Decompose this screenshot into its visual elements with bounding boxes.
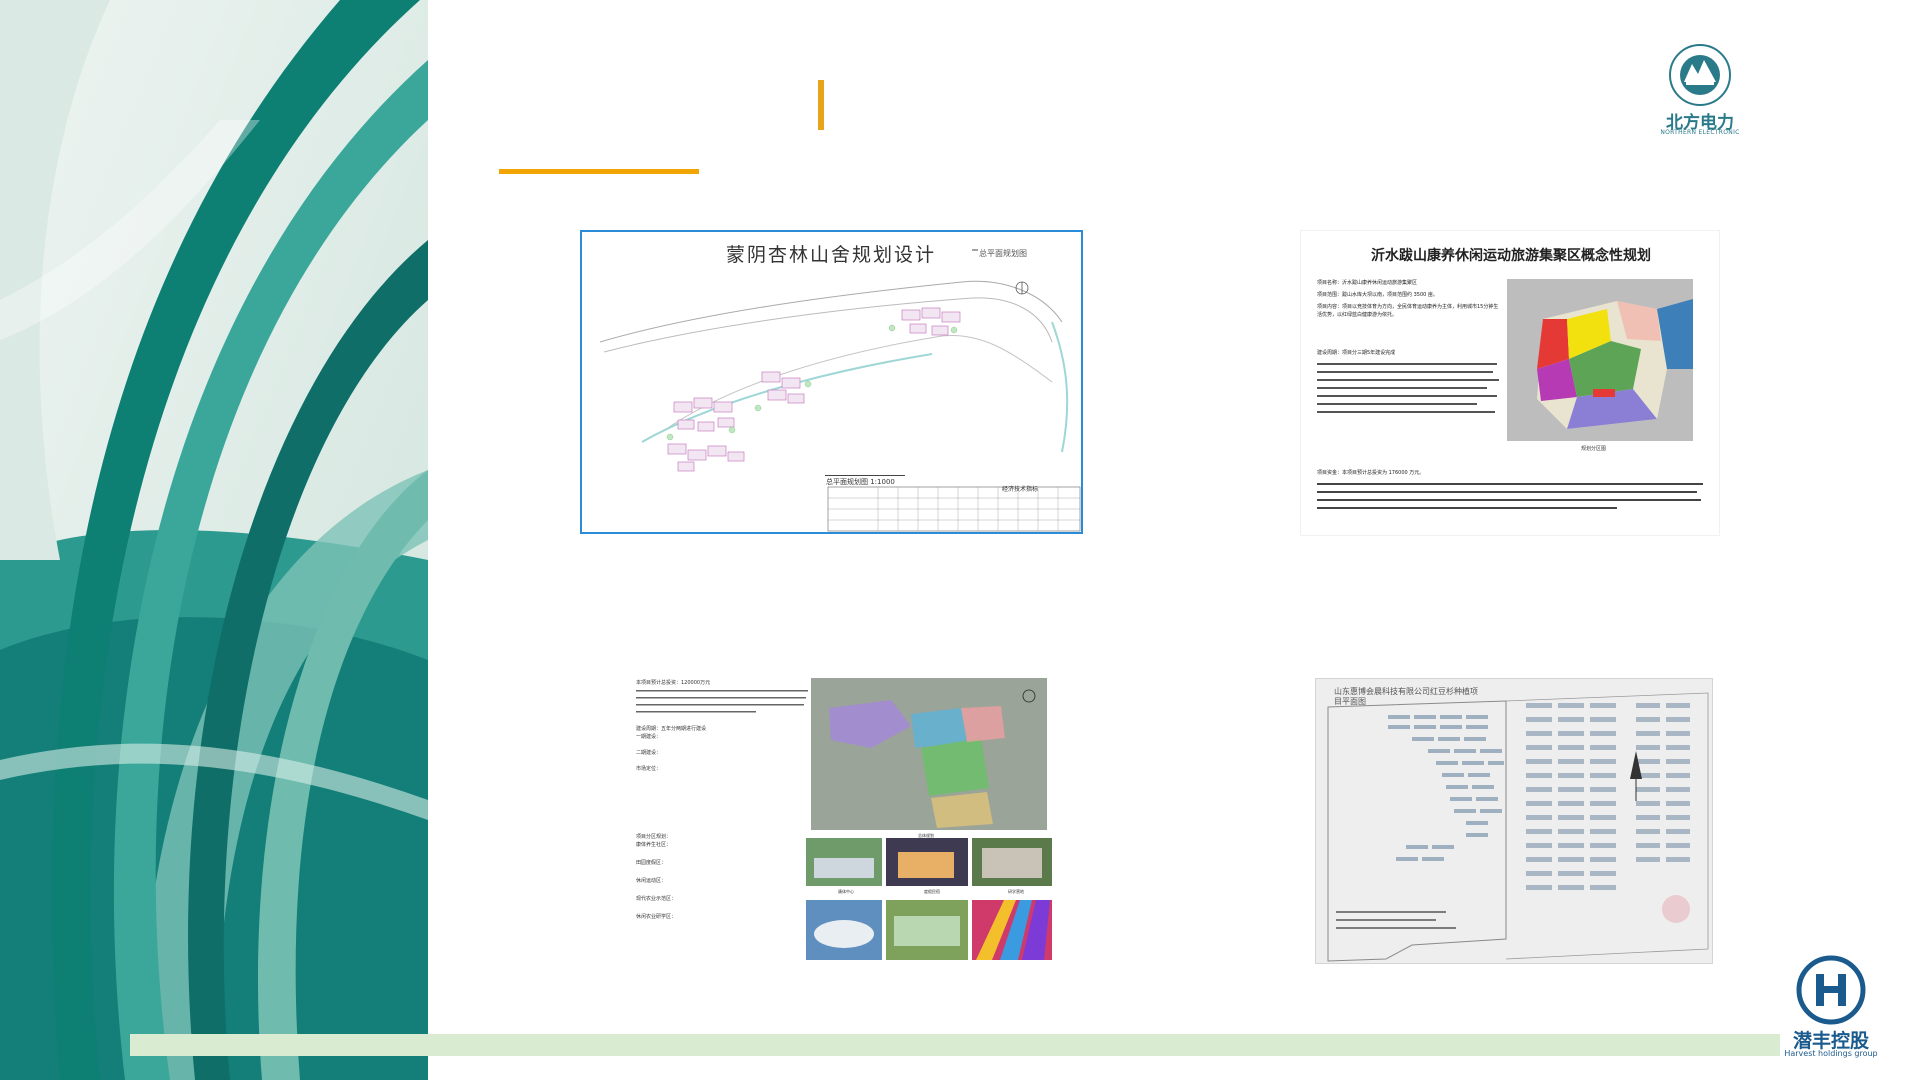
project-funding-line: 项目资金：本项目预计总投资为 176000 万元。	[1317, 470, 1425, 476]
project-name-line: 项目名称：沂水跋山康养休闲运动旅游集聚区	[1317, 280, 1418, 286]
zone-sport: 休闲运动区：	[636, 878, 667, 884]
harvest-name-en: Harvest holdings group	[1784, 1049, 1878, 1058]
caption-photo-3: 研学营地	[1008, 889, 1024, 894]
zoning-map-caption: 规划分区图	[1581, 446, 1607, 452]
satellite-map-graphic	[811, 678, 1047, 830]
plan-table-title: 经济技术指标	[1002, 486, 1039, 493]
project-content-line: 项目内容：项目以竞技体育为方向，全民体育运动康养为主体，利用城市15分钟生活优势…	[1317, 304, 1499, 318]
decorative-left-panel	[0, 0, 428, 1080]
plan-thumbnail-tourism: 本项目预计总投资：120000万元 建设周期：五年分两期进行建设 一期建设： 二…	[628, 674, 1058, 964]
phase-two-line: 二期建设：	[636, 750, 662, 756]
zoning-map-graphic	[1507, 279, 1693, 441]
investment-line: 本项目预计总投资：120000万元	[636, 680, 711, 686]
title-underline	[499, 169, 699, 174]
northern-electric-logo: 北方电力 NORTHERN ELECTRONIC	[1648, 42, 1752, 136]
funding-text-block	[1317, 483, 1703, 509]
title-accent-bar	[818, 80, 824, 130]
plan-thumbnail-planting: 山东惠博会晨科技有限公司红豆杉种植项目平面图	[1315, 678, 1713, 964]
satellite-zoning-map	[811, 678, 1047, 830]
northern-electric-name-en: NORTHERN ELECTRONIC	[1660, 129, 1740, 136]
project-period-line: 建设周期：项目分三期5年建设完成	[1317, 350, 1396, 356]
northern-electric-emblem-icon	[1669, 44, 1731, 106]
caption-photo-1: 康体中心	[838, 889, 854, 894]
caption-photo-2: 度假民宿	[924, 889, 940, 894]
plan-scale-label: 总平面规划图 1:1000	[826, 478, 895, 486]
zoning-line: 项目分区规划：	[636, 834, 672, 840]
bottom-band	[130, 1034, 1780, 1056]
market-line: 市场定位：	[636, 766, 662, 772]
plan-thumbnail-yishui: 沂水跋山康养休闲运动旅游集聚区概念性规划 项目名称：沂水跋山康养休闲运动旅游集聚…	[1300, 230, 1720, 536]
zone-agri: 现代农业示范区：	[636, 896, 677, 902]
concept-plan-title: 沂水跋山康养休闲运动旅游集聚区概念性规划	[1371, 248, 1651, 264]
text-lines-block	[1317, 363, 1499, 413]
period-line: 建设周期：五年分两期进行建设	[636, 726, 707, 732]
phase-one-line: 一期建设：	[636, 734, 662, 740]
plan-thumbnail-mengyin: 蒙阴杏林山舍规划设计 总平面规划图 总平面规划图 1:1000 经济技术指标	[580, 230, 1083, 534]
harvest-emblem-icon	[1796, 955, 1866, 1025]
planting-plan-drawing	[1327, 692, 1709, 962]
teal-curves-graphic	[0, 0, 428, 1080]
project-photos	[806, 838, 1052, 960]
zone-study: 休闲农业研学区：	[636, 914, 677, 920]
zone-health: 康体养生社区：	[636, 842, 672, 848]
zoning-map	[1507, 279, 1693, 441]
harvest-holdings-logo: 潜丰控股 Harvest holdings group	[1776, 952, 1886, 1062]
investment-text-block	[636, 690, 808, 713]
project-scope-line: 项目范围：跋山水库大坝以南，项目范围约 3500 亩。	[1317, 292, 1438, 298]
zone-resort: 田园度假区：	[636, 860, 667, 866]
